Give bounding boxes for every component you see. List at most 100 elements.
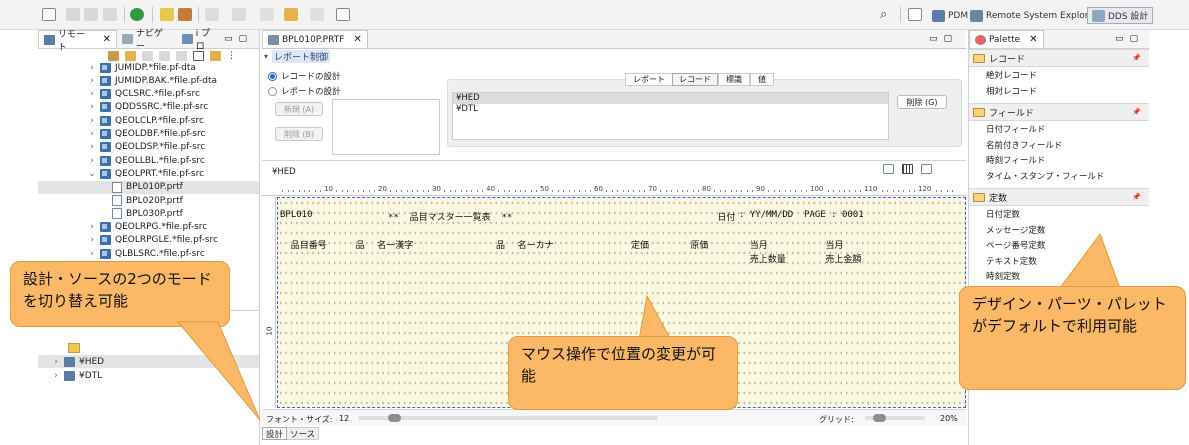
segment-tab[interactable]: レポート <box>625 73 673 86</box>
rse-perspective[interactable]: Remote System Explorer <box>970 7 1097 24</box>
chevron-right-icon[interactable]: › <box>88 235 96 245</box>
delete-b-button[interactable]: 削除 (B) <box>275 127 323 141</box>
editor-tab[interactable]: BPL010P.PRTF ✕ <box>262 30 368 48</box>
view-menu-icon[interactable]: ⋮ <box>227 51 236 61</box>
new-icon[interactable] <box>42 8 56 21</box>
save-icon[interactable] <box>66 8 80 21</box>
tab-navigator[interactable]: ナビゲー <box>117 29 177 52</box>
report-field[interactable]: BPL010 <box>280 210 313 220</box>
tree-item[interactable]: BPL020P.prtf <box>38 194 259 207</box>
pin-icon[interactable]: 📌 <box>1132 193 1141 201</box>
report-field[interactable]: 名一漢字 <box>377 238 413 251</box>
record-list[interactable]: ¥HED ¥DTL <box>452 92 889 140</box>
back-nav-icon[interactable] <box>142 51 153 61</box>
record-list-item[interactable]: ¥HED <box>453 93 888 104</box>
report-field[interactable]: 名ーカナ <box>518 238 554 251</box>
report-field[interactable]: : YY/MM/DD PAGE : 0001 <box>739 210 864 220</box>
pin-icon[interactable]: 📌 <box>1132 54 1141 62</box>
chevron-right-icon[interactable]: › <box>52 357 60 367</box>
font-size-slider[interactable] <box>358 414 658 422</box>
segment-tab[interactable]: レコード <box>672 73 718 86</box>
chevron-right-icon[interactable]: › <box>88 76 96 86</box>
radio-unselected-icon[interactable] <box>268 86 277 96</box>
tree-item[interactable]: › JUMIDP.BAK.*file.pf-dta <box>38 74 259 87</box>
tab-palette[interactable]: Palette ✕ <box>969 30 1044 48</box>
prev-annotation-icon[interactable] <box>232 8 246 21</box>
palette-item[interactable]: 絶対レコード <box>986 69 1037 81</box>
tree-item[interactable]: BPL030P.prtf <box>38 207 259 220</box>
report-field[interactable]: 原価 <box>690 238 708 251</box>
collapse-all-icon[interactable] <box>193 51 204 61</box>
close-icon[interactable]: ✕ <box>103 34 111 45</box>
tab-remote[interactable]: リモート ✕ <box>38 30 118 53</box>
report-control-section[interactable]: ▾ レポート制御 <box>264 50 331 63</box>
font-size-slider-thumb[interactable] <box>388 414 401 422</box>
palette-minimize-maximize-icon[interactable]: ▭▢ <box>1115 34 1144 44</box>
report-field[interactable]: 品 <box>356 238 365 251</box>
palette-item[interactable]: 日付フィールド <box>986 123 1045 135</box>
run-icon[interactable] <box>130 8 144 21</box>
chevron-right-icon[interactable]: › <box>88 116 96 126</box>
tree-item[interactable]: › QDDSSRC.*file.pf-src <box>38 101 259 114</box>
radio-report-design[interactable]: レポートの設計 <box>268 85 341 97</box>
chevron-right-icon[interactable]: › <box>88 249 96 259</box>
report-field[interactable]: 定価 <box>631 238 649 251</box>
design-list-box[interactable] <box>332 99 440 155</box>
perspective-icon[interactable] <box>908 8 922 21</box>
save-all-icon[interactable] <box>84 8 98 21</box>
wand-icon[interactable] <box>178 8 192 21</box>
forward-icon[interactable] <box>310 8 324 21</box>
tree-item[interactable]: › QEOLDSP.*file.pf-src <box>38 141 259 154</box>
last-edit-icon[interactable] <box>260 8 274 21</box>
tab-i-project[interactable]: i プロ <box>177 29 224 52</box>
segment-tab[interactable]: 標識 <box>718 73 750 86</box>
palette-item[interactable]: 時刻定数 <box>986 270 1020 282</box>
next-annotation-icon[interactable] <box>205 8 219 21</box>
palette-item[interactable]: メッセージ定数 <box>986 224 1045 236</box>
chevron-right-icon[interactable]: › <box>88 102 96 112</box>
palette-item[interactable]: 相対レコード <box>986 85 1037 97</box>
pointer-icon[interactable] <box>103 8 117 21</box>
grid-slider-thumb[interactable] <box>873 414 886 422</box>
tree-item[interactable]: › QEOLLBL.*file.pf-src <box>38 154 259 167</box>
segment-tab[interactable]: 値 <box>750 73 774 86</box>
palette-section[interactable]: 定数 📌 <box>969 188 1149 206</box>
chevron-right-icon[interactable]: › <box>88 89 96 99</box>
tree-item[interactable]: › QEOLRPGLE.*file.pf-src <box>38 234 259 247</box>
sort-icon[interactable] <box>883 164 894 174</box>
properties-icon[interactable] <box>921 164 932 174</box>
report-field[interactable]: 品 <box>496 238 505 251</box>
tab-source[interactable]: ソース <box>287 427 320 440</box>
up-nav-icon[interactable] <box>176 51 187 61</box>
delete-g-button[interactable]: 削除 (G) <box>897 95 947 109</box>
grid-icon[interactable] <box>902 164 913 174</box>
tree-item[interactable]: › QEOLDBF.*file.pf-src <box>38 128 259 141</box>
pin-icon[interactable]: 📌 <box>1132 108 1141 116</box>
new-button[interactable]: 新規 (A) <box>275 102 323 116</box>
chevron-right-icon[interactable]: › <box>88 222 96 232</box>
tree-item[interactable]: › QEOLRPG.*file.pf-src <box>38 221 259 234</box>
palette-item[interactable]: ページ番号定数 <box>986 239 1045 251</box>
back-icon[interactable] <box>284 8 298 21</box>
pencil-icon[interactable] <box>160 8 174 21</box>
radio-record-design[interactable]: レコードの設計 <box>268 70 341 82</box>
tree-item[interactable]: › QLBLSRC.*file.pf-src <box>38 247 259 260</box>
tree-item[interactable]: › JUMIDP.*file.pf-dta <box>38 61 259 74</box>
chevron-down-icon[interactable]: ▾ <box>264 52 268 61</box>
report-field[interactable]: 品目番号 <box>291 238 327 251</box>
report-field[interactable]: 売上数量 <box>750 252 786 265</box>
radio-selected-icon[interactable] <box>268 71 277 81</box>
palette-item[interactable]: タイム・スタンプ・フィールド <box>986 170 1104 182</box>
report-field[interactable]: 売上金額 <box>825 252 861 265</box>
search-icon[interactable]: ⌕ <box>880 7 887 22</box>
chevron-right-icon[interactable]: › <box>52 371 60 381</box>
chevron-right-icon[interactable]: › <box>88 142 96 152</box>
report-field[interactable]: ** 品目マスター一覧表 ** <box>388 210 512 223</box>
close-icon[interactable]: ✕ <box>353 34 361 45</box>
palette-item[interactable]: 名前付きフィールド <box>986 139 1062 151</box>
palette-item[interactable]: 日付定数 <box>986 208 1020 220</box>
report-field[interactable]: 当月 <box>825 238 843 251</box>
dds-perspective[interactable]: DDS 設計 <box>1087 7 1154 24</box>
tree-item[interactable]: › QEOLCLP.*file.pf-src <box>38 114 259 127</box>
report-field[interactable]: 当月 <box>750 238 768 251</box>
